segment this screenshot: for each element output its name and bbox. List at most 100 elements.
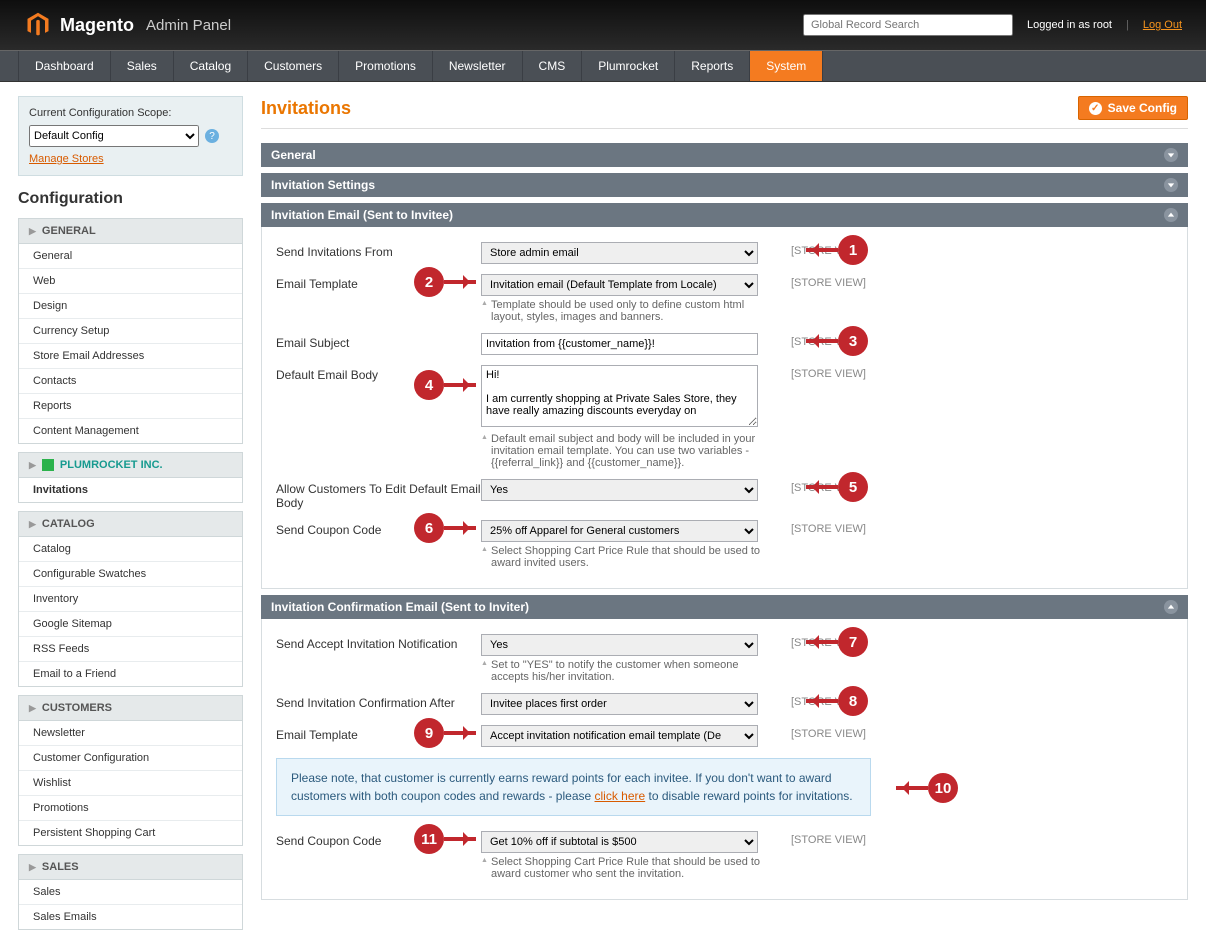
sidebar-item[interactable]: Store Email Addresses xyxy=(19,343,242,368)
sidebar-item[interactable]: Google Sitemap xyxy=(19,611,242,636)
save-config-button[interactable]: ✓Save Config xyxy=(1078,96,1188,120)
sidebar-item[interactable]: Customer Configuration xyxy=(19,745,242,770)
confirm-template-select[interactable]: Accept invitation notification email tem… xyxy=(481,725,758,747)
nav-reports[interactable]: Reports xyxy=(675,51,750,81)
nav-system[interactable]: System xyxy=(750,51,823,81)
manage-stores-link[interactable]: Manage Stores xyxy=(29,153,104,165)
field-note: Set to "YES" to notify the customer when… xyxy=(481,659,761,683)
field-label: Allow Customers To Edit Default Email Bo… xyxy=(276,479,481,510)
chevron-down-icon xyxy=(1164,148,1178,162)
sidebar-item[interactable]: Wishlist xyxy=(19,770,242,795)
sidebar-item[interactable]: Currency Setup xyxy=(19,318,242,343)
scope-indicator: [STORE VIEW] xyxy=(791,831,901,846)
nav-customers[interactable]: Customers xyxy=(248,51,339,81)
scope-indicator: [STORE VIEW] xyxy=(791,693,901,708)
confirm-after-select[interactable]: Invitee places first order xyxy=(481,693,758,715)
field-label: Send Invitation Confirmation After xyxy=(276,693,481,710)
section-settings-header[interactable]: Invitation Settings xyxy=(261,173,1188,197)
section-general-header[interactable]: General xyxy=(261,143,1188,167)
nav-promotions[interactable]: Promotions xyxy=(339,51,433,81)
disable-rewards-link[interactable]: click here xyxy=(595,789,646,803)
sidebar-group-header[interactable]: ▶GENERAL xyxy=(18,218,243,244)
sidebar-item[interactable]: Invitations xyxy=(19,478,242,502)
scope-indicator: [STORE VIEW] xyxy=(791,242,901,257)
email-template-select[interactable]: Invitation email (Default Template from … xyxy=(481,274,758,296)
magento-logo-icon xyxy=(24,11,52,39)
sidebar-item[interactable]: Web xyxy=(19,268,242,293)
sidebar: Current Configuration Scope: Default Con… xyxy=(18,96,243,938)
sidebar-item[interactable]: Reports xyxy=(19,393,242,418)
triangle-icon: ▶ xyxy=(29,226,36,237)
page-title: Invitations xyxy=(261,98,351,119)
sidebar-group-header[interactable]: ▶CUSTOMERS xyxy=(18,695,243,721)
scope-indicator: [STORE VIEW] xyxy=(791,479,901,494)
notify-select[interactable]: Yes xyxy=(481,634,758,656)
section-confirmation-email-header[interactable]: Invitation Confirmation Email (Sent to I… xyxy=(261,595,1188,619)
sidebar-item[interactable]: Sales Emails xyxy=(19,904,242,929)
sidebar-item[interactable]: Catalog xyxy=(19,537,242,561)
sidebar-item[interactable]: Design xyxy=(19,293,242,318)
field-label: Send Coupon Code xyxy=(276,520,481,537)
email-body-textarea[interactable]: Hi! I am currently shopping at Private S… xyxy=(481,365,758,427)
nav-plumrocket[interactable]: Plumrocket xyxy=(582,51,675,81)
chevron-up-icon xyxy=(1164,208,1178,222)
main-content: Invitations ✓Save Config General Invitat… xyxy=(261,96,1188,906)
sidebar-item[interactable]: Persistent Shopping Cart xyxy=(19,820,242,845)
scope-select[interactable]: Default Config xyxy=(29,125,199,147)
sidebar-item[interactable]: Email to a Friend xyxy=(19,661,242,686)
nav-dashboard[interactable]: Dashboard xyxy=(18,51,111,81)
field-label: Send Coupon Code xyxy=(276,831,481,848)
nav-sales[interactable]: Sales xyxy=(111,51,174,81)
confirm-coupon-select[interactable]: Get 10% off if subtotal is $500 xyxy=(481,831,758,853)
send-from-select[interactable]: Store admin email xyxy=(481,242,758,264)
chevron-down-icon xyxy=(1164,178,1178,192)
sidebar-item[interactable]: Contacts xyxy=(19,368,242,393)
sidebar-item[interactable]: Promotions xyxy=(19,795,242,820)
sidebar-group-header[interactable]: ▶CATALOG xyxy=(18,511,243,537)
scope-indicator: [STORE VIEW] xyxy=(791,634,901,649)
admin-header: Magento Admin Panel Logged in as root | … xyxy=(0,0,1206,50)
nav-newsletter[interactable]: Newsletter xyxy=(433,51,523,81)
sidebar-group-header[interactable]: ▶PLUMROCKET INC. xyxy=(18,452,243,478)
field-label: Send Invitations From xyxy=(276,242,481,259)
logged-in-label: Logged in as root xyxy=(1027,19,1112,31)
coupon-select[interactable]: 25% off Apparel for General customers xyxy=(481,520,758,542)
field-label: Default Email Body xyxy=(276,365,481,382)
sidebar-item[interactable]: Sales xyxy=(19,880,242,904)
allow-edit-select[interactable]: Yes xyxy=(481,479,758,501)
field-label: Email Subject xyxy=(276,333,481,350)
sidebar-group-header[interactable]: ▶SALES xyxy=(18,854,243,880)
triangle-icon: ▶ xyxy=(29,862,36,873)
sidebar-item[interactable]: Newsletter xyxy=(19,721,242,745)
top-nav: DashboardSalesCatalogCustomersPromotions… xyxy=(0,50,1206,82)
logout-link[interactable]: Log Out xyxy=(1143,19,1182,31)
triangle-icon: ▶ xyxy=(29,460,36,471)
scope-indicator: [STORE VIEW] xyxy=(791,333,901,348)
field-label: Email Template xyxy=(276,725,481,742)
triangle-icon: ▶ xyxy=(29,703,36,714)
global-search-input[interactable] xyxy=(803,14,1013,36)
plumrocket-icon xyxy=(42,459,54,471)
brand-sub: Admin Panel xyxy=(146,17,231,34)
scope-label: Current Configuration Scope: xyxy=(29,107,232,119)
nav-cms[interactable]: CMS xyxy=(523,51,583,81)
config-scope-box: Current Configuration Scope: Default Con… xyxy=(18,96,243,176)
section-invitation-email-header[interactable]: Invitation Email (Sent to Invitee) xyxy=(261,203,1188,227)
field-note: Select Shopping Cart Price Rule that sho… xyxy=(481,856,761,880)
help-icon[interactable]: ? xyxy=(205,129,219,143)
logo: Magento Admin Panel xyxy=(24,11,231,39)
sidebar-item[interactable]: Inventory xyxy=(19,586,242,611)
chevron-up-icon xyxy=(1164,600,1178,614)
email-subject-input[interactable] xyxy=(481,333,758,355)
triangle-icon: ▶ xyxy=(29,519,36,530)
sidebar-item[interactable]: RSS Feeds xyxy=(19,636,242,661)
scope-indicator: [STORE VIEW] xyxy=(791,520,901,535)
reward-points-info: Please note, that customer is currently … xyxy=(276,758,871,816)
sidebar-item[interactable]: Configurable Swatches xyxy=(19,561,242,586)
sidebar-item[interactable]: General xyxy=(19,244,242,268)
field-label: Email Template xyxy=(276,274,481,291)
sidebar-item[interactable]: Content Management xyxy=(19,418,242,443)
nav-catalog[interactable]: Catalog xyxy=(174,51,248,81)
field-note: Template should be used only to define c… xyxy=(481,299,761,323)
scope-indicator: [STORE VIEW] xyxy=(791,365,901,380)
